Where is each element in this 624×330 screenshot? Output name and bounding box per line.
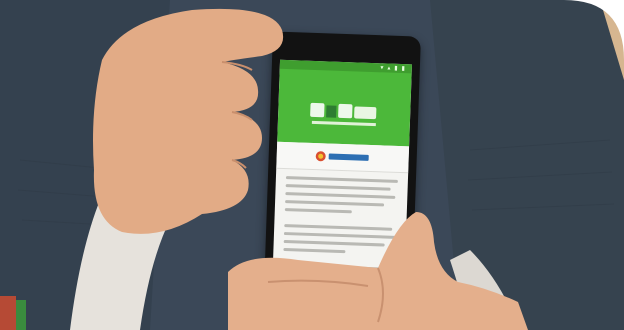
right-hand <box>228 212 528 330</box>
app-logo-image <box>310 102 377 127</box>
rounded-corner-frame <box>564 0 624 60</box>
text-line <box>285 176 398 183</box>
photo: ▾ ▴ ▮ ▮ <box>0 0 624 330</box>
partner-logo-image <box>315 151 369 162</box>
status-icons: ▾ ▴ ▮ ▮ <box>380 64 406 73</box>
